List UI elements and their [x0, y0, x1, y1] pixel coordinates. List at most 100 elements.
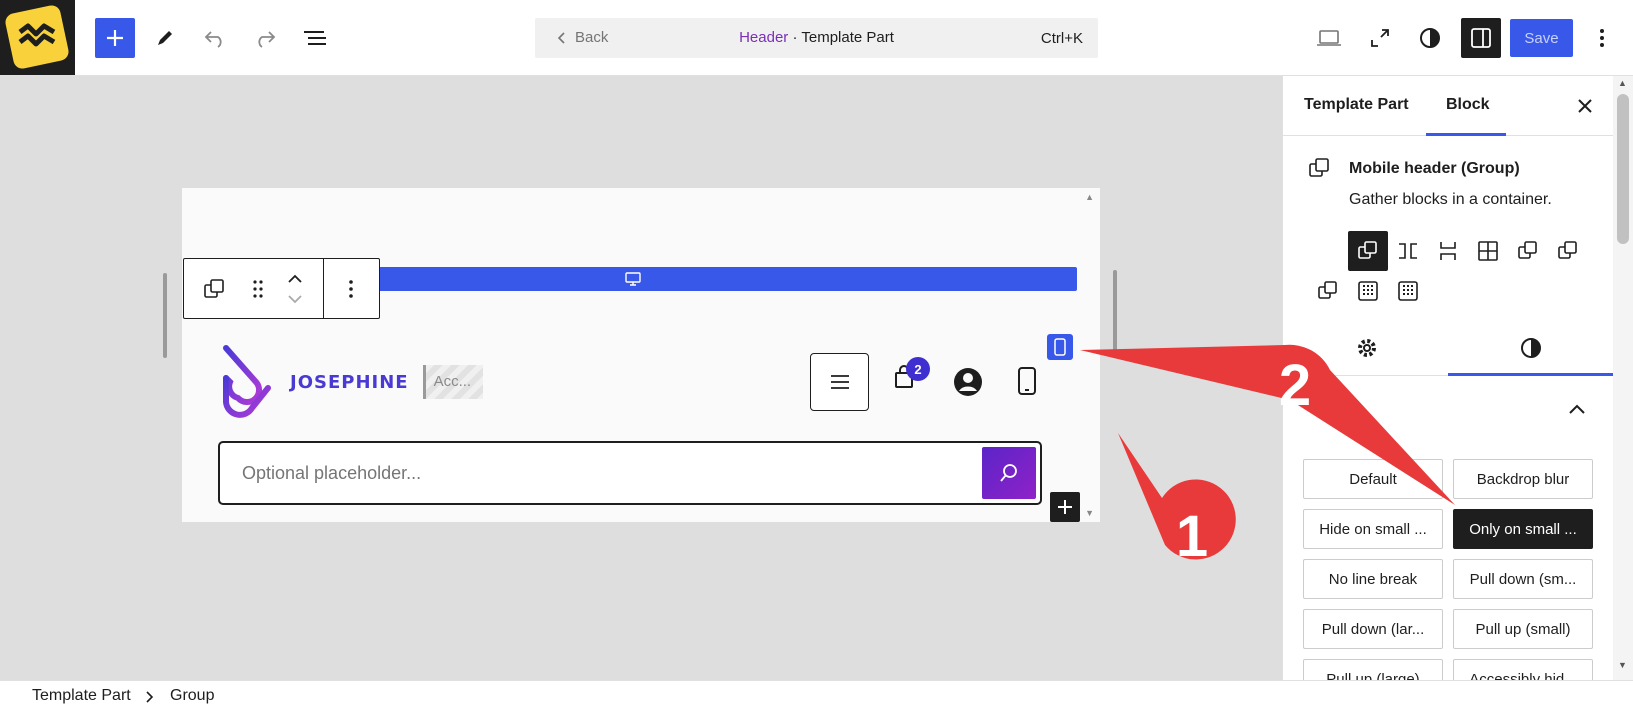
contrast-icon: [1521, 338, 1541, 358]
tools-button[interactable]: [145, 18, 185, 58]
block-type-button[interactable]: [184, 259, 243, 318]
close-sidebar-button[interactable]: [1573, 94, 1597, 118]
drag-handle[interactable]: [243, 259, 273, 318]
document-overview-button[interactable]: [295, 18, 335, 58]
account-button[interactable]: [953, 367, 983, 402]
more-vertical-icon: [349, 279, 354, 298]
resize-handle-right[interactable]: [1113, 270, 1117, 355]
tab-styles[interactable]: [1519, 336, 1543, 365]
undo-icon: [204, 31, 222, 48]
tab-template-part[interactable]: Template Part: [1304, 96, 1409, 114]
search-block[interactable]: Optional placeholder...: [218, 441, 1042, 505]
block-style-button[interactable]: Default: [1303, 459, 1443, 499]
close-icon: [1578, 99, 1592, 113]
command-palette-bar[interactable]: Back Header · Template Part Ctrl+K: [535, 18, 1098, 58]
sidebar-scrollbar[interactable]: ▲ ▼: [1613, 76, 1633, 680]
expand-icon: [1371, 29, 1389, 47]
move-buttons: [273, 259, 318, 318]
user-icon: [954, 368, 982, 396]
chevron-right-icon: [146, 691, 153, 703]
group-icon: [1358, 241, 1377, 259]
block-style-button[interactable]: Pull up (small): [1453, 609, 1593, 649]
josephine-logo-icon[interactable]: [218, 342, 276, 422]
group-icon: [203, 278, 224, 298]
mobile-visibility-badge[interactable]: [1047, 334, 1073, 360]
scroll-down-arrow[interactable]: ▼: [1618, 660, 1627, 670]
contact-phone-button[interactable]: [1017, 366, 1037, 401]
variation-group-3[interactable]: [1548, 231, 1588, 271]
search-placeholder: Optional placeholder...: [242, 463, 422, 483]
inspector-subtabs: [1283, 320, 1613, 376]
scroll-up-arrow[interactable]: ▲: [1618, 78, 1627, 88]
variation-pattern-grid[interactable]: [1348, 271, 1388, 311]
document-title: Header · Template Part: [535, 29, 1098, 46]
variation-row[interactable]: [1388, 231, 1428, 271]
contrast-icon: [1420, 28, 1440, 48]
block-style-button[interactable]: No line break: [1303, 559, 1443, 599]
account-placeholder[interactable]: Acc...: [422, 365, 483, 399]
chevron-up-icon[interactable]: [287, 274, 303, 284]
preview-device-button[interactable]: [1309, 18, 1349, 58]
cart-count-badge: 2: [906, 357, 930, 381]
tab-settings[interactable]: [1355, 336, 1379, 365]
block-card-title: Mobile header (Group): [1349, 160, 1520, 177]
styles-button[interactable]: [1410, 18, 1450, 58]
redo-icon: [258, 31, 276, 48]
frame-scroll-up-icon[interactable]: ▲: [1085, 192, 1094, 202]
frame-scroll-down-icon[interactable]: ▼: [1085, 508, 1094, 518]
block-options-button[interactable]: [324, 259, 379, 318]
tab-block[interactable]: Block: [1446, 96, 1490, 114]
site-title[interactable]: JOSEPHINE: [290, 372, 409, 393]
plus-icon: [1058, 500, 1072, 514]
pencil-icon: [158, 31, 172, 45]
variation-group-4[interactable]: [1308, 271, 1348, 311]
block-breadcrumb: Template Part Group: [0, 680, 1633, 710]
command-shortcut: Ctrl+K: [1040, 30, 1083, 47]
desktop-icon: [1317, 30, 1341, 46]
stack-icon: [1440, 242, 1456, 260]
variation-group-2[interactable]: [1508, 231, 1548, 271]
block-inserter-button[interactable]: [95, 18, 135, 58]
drag-handle-icon: [253, 279, 263, 298]
search-submit-button[interactable]: [982, 447, 1036, 499]
chevron-up-icon[interactable]: [1568, 403, 1586, 415]
group-icon: [1318, 281, 1337, 299]
block-style-button[interactable]: Hide on small ...: [1303, 509, 1443, 549]
document-title-highlight: Header: [739, 29, 789, 46]
navigation-menu-button[interactable]: [810, 353, 869, 411]
active-tab-indicator: [1426, 133, 1506, 136]
list-view-icon: [304, 31, 326, 45]
desktop-icon: [624, 272, 641, 286]
variation-stack[interactable]: [1428, 231, 1468, 271]
breadcrumb-group[interactable]: Group: [170, 687, 214, 705]
search-icon: [1000, 464, 1017, 482]
fullscreen-button[interactable]: [1360, 18, 1400, 58]
block-style-button[interactable]: Pull up (large): [1303, 659, 1443, 680]
save-button[interactable]: Save: [1510, 19, 1573, 57]
add-block-button[interactable]: [1050, 492, 1080, 522]
grid-icon: [1478, 241, 1498, 261]
block-style-button[interactable]: Backdrop blur: [1453, 459, 1593, 499]
plus-icon: [107, 30, 123, 46]
settings-sidebar-toggle[interactable]: [1461, 18, 1501, 58]
gear-icon: [1358, 339, 1376, 357]
breadcrumb-template-part[interactable]: Template Part: [32, 687, 131, 705]
sidebar-icon: [1471, 28, 1491, 48]
variation-grid[interactable]: [1468, 231, 1508, 271]
block-card-description: Gather blocks in a container.: [1349, 191, 1552, 208]
smartphone-icon: [1018, 367, 1036, 395]
site-logo-button[interactable]: [0, 0, 75, 75]
block-toolbar: [183, 258, 380, 319]
resize-handle-left[interactable]: [163, 273, 167, 358]
variation-group[interactable]: [1348, 231, 1388, 271]
block-style-button[interactable]: Accessibly hid...: [1453, 659, 1593, 680]
options-menu-button[interactable]: [1582, 18, 1622, 58]
variation-pattern-grid-2[interactable]: [1388, 271, 1428, 311]
scrollbar-thumb[interactable]: [1617, 94, 1629, 244]
block-style-button[interactable]: Pull down (sm...: [1453, 559, 1593, 599]
chevron-down-icon[interactable]: [287, 294, 303, 304]
block-style-button[interactable]: Only on small ...: [1453, 509, 1593, 549]
undo-button[interactable]: [195, 18, 235, 58]
block-style-button[interactable]: Pull down (lar...: [1303, 609, 1443, 649]
redo-button[interactable]: [245, 18, 285, 58]
